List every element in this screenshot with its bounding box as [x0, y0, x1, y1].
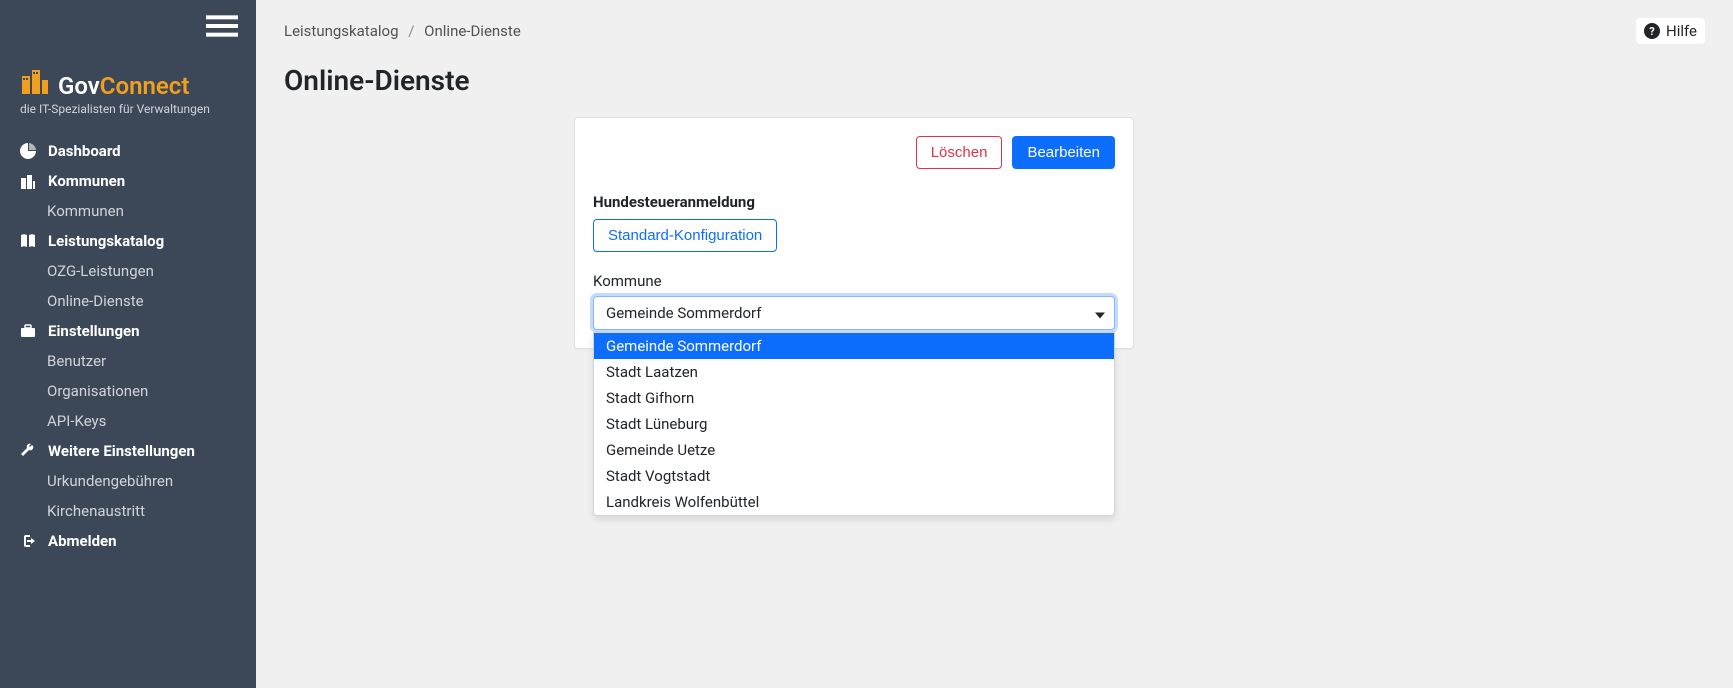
logo-tagline: die IT-Spezialisten für Verwaltungen [20, 102, 236, 116]
logo-brand-part2: Connect [100, 72, 190, 100]
help-label: Hilfe [1666, 22, 1697, 40]
sidebar-label-leistungskatalog: Leistungskatalog [48, 232, 164, 250]
sidebar-item-kommunen-sub[interactable]: Kommunen [0, 196, 256, 226]
breadcrumb: Leistungskatalog / Online-Dienste [284, 22, 521, 40]
kommune-option[interactable]: Stadt Lüneburg [594, 411, 1114, 437]
sidebar-item-leistungskatalog[interactable]: Leistungskatalog [0, 226, 256, 256]
help-button[interactable]: ? Hilfe [1636, 18, 1705, 44]
breadcrumb-current: Online-Dienste [424, 22, 521, 40]
logo-brand-part1: Gov [58, 72, 100, 100]
main-content: Leistungskatalog / Online-Dienste ? Hilf… [256, 0, 1733, 688]
sidebar: GovConnect die IT-Spezialisten für Verwa… [0, 0, 256, 688]
kommune-option[interactable]: Stadt Laatzen [594, 359, 1114, 385]
logo: GovConnect die IT-Spezialisten für Verwa… [0, 56, 256, 136]
page-title: Online-Dienste [256, 54, 1733, 117]
kommune-dropdown: Gemeinde SommerdorfStadt LaatzenStadt Gi… [593, 332, 1115, 516]
kommune-selected-value: Gemeinde Sommerdorf [606, 304, 761, 322]
sidebar-label-ozg: OZG-Leistungen [47, 262, 154, 280]
edit-button[interactable]: Bearbeiten [1012, 136, 1115, 169]
hamburger-icon [206, 10, 238, 42]
delete-button[interactable]: Löschen [916, 136, 1003, 169]
briefcase-icon [20, 323, 36, 339]
buildings-icon [20, 66, 52, 98]
kommune-option[interactable]: Stadt Gifhorn [594, 385, 1114, 411]
svg-text:?: ? [1649, 25, 1655, 38]
sidebar-item-ozg-leistungen[interactable]: OZG-Leistungen [0, 256, 256, 286]
sidebar-item-weitere[interactable]: Weitere Einstellungen [0, 436, 256, 466]
sidebar-item-urkundengebuehren[interactable]: Urkundengebühren [0, 466, 256, 496]
kommune-option[interactable]: Stadt Vogtstadt [594, 463, 1114, 489]
sidebar-item-api-keys[interactable]: API-Keys [0, 406, 256, 436]
sidebar-item-dashboard[interactable]: Dashboard [0, 136, 256, 166]
sidebar-item-online-dienste[interactable]: Online-Dienste [0, 286, 256, 316]
sidebar-label-kirchenaustritt: Kirchenaustritt [47, 502, 145, 520]
hamburger-menu-button[interactable] [0, 10, 256, 56]
sidebar-item-organisationen[interactable]: Organisationen [0, 376, 256, 406]
sidebar-label-api-keys: API-Keys [47, 412, 106, 430]
sidebar-item-kommunen[interactable]: Kommunen [0, 166, 256, 196]
city-icon [20, 173, 36, 189]
kommune-select[interactable]: Gemeinde Sommerdorf [593, 296, 1115, 330]
sidebar-label-einstellungen: Einstellungen [48, 322, 140, 340]
kommune-option[interactable]: Gemeinde Uetze [594, 437, 1114, 463]
help-icon: ? [1644, 23, 1660, 39]
breadcrumb-separator: / [408, 22, 414, 40]
breadcrumb-parent[interactable]: Leistungskatalog [284, 22, 399, 40]
service-title: Hundesteueranmeldung [593, 193, 1115, 211]
sidebar-label-organisationen: Organisationen [47, 382, 148, 400]
sidebar-label-benutzer: Benutzer [47, 352, 106, 370]
pie-chart-icon [20, 143, 36, 159]
book-icon [20, 233, 36, 249]
wrench-icon [20, 443, 36, 459]
service-card: Löschen Bearbeiten Hundesteueranmeldung … [574, 117, 1134, 349]
sidebar-item-abmelden[interactable]: Abmelden [0, 526, 256, 556]
sidebar-item-kirchenaustritt[interactable]: Kirchenaustritt [0, 496, 256, 526]
kommune-label: Kommune [593, 272, 1115, 290]
kommune-option[interactable]: Landkreis Wolfenbüttel [594, 489, 1114, 515]
sidebar-item-einstellungen[interactable]: Einstellungen [0, 316, 256, 346]
kommune-option[interactable]: Gemeinde Sommerdorf [594, 333, 1114, 359]
sidebar-label-urkundengebuehren: Urkundengebühren [47, 472, 173, 490]
sidebar-label-kommunen-sub: Kommunen [47, 202, 124, 220]
sidebar-label-online-dienste: Online-Dienste [47, 292, 144, 310]
sidebar-label-kommunen-header: Kommunen [48, 172, 125, 190]
sidebar-label-weitere: Weitere Einstellungen [48, 442, 195, 460]
logout-icon [20, 533, 36, 549]
sidebar-label-abmelden: Abmelden [48, 532, 117, 550]
standard-config-button[interactable]: Standard-Konfiguration [593, 219, 777, 252]
sidebar-label-dashboard: Dashboard [48, 142, 121, 160]
sidebar-item-benutzer[interactable]: Benutzer [0, 346, 256, 376]
